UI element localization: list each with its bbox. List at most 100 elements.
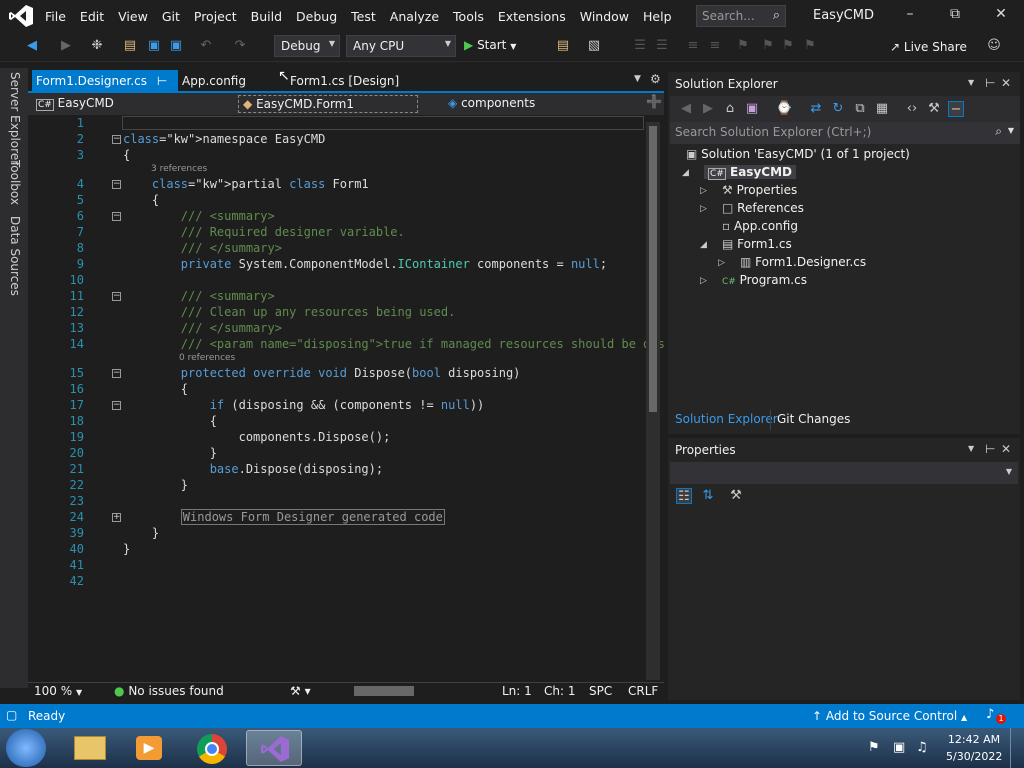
history-icon[interactable]: ⌚	[776, 101, 792, 117]
properties-wrench-icon[interactable]: ⚒	[926, 101, 942, 117]
tree-solution[interactable]: ▣ Solution 'EasyCMD' (1 of 1 project)	[686, 147, 910, 161]
collapsed-triangle-icon[interactable]: ▷	[700, 186, 707, 196]
sync-icon[interactable]: ⇄	[808, 101, 824, 117]
settings-gear-icon[interactable]: ⚙	[650, 72, 661, 86]
tree-item-properties[interactable]: ⚒ Properties	[722, 183, 797, 197]
collapsed-triangle-icon[interactable]: ▷	[700, 204, 707, 214]
output-window-icon[interactable]: ▢	[6, 708, 17, 722]
menu-help[interactable]: Help	[636, 9, 679, 24]
code-line[interactable]: /// <summary>	[123, 289, 275, 303]
search-input[interactable]: Search... ⌕	[696, 5, 786, 27]
tab-solution-explorer[interactable]: Solution Explorer	[675, 412, 778, 426]
code-line[interactable]: if (disposing && (components != null))	[123, 398, 485, 412]
redo-icon[interactable]: ↷	[232, 38, 248, 54]
media-player-taskbar-icon[interactable]: ▶	[122, 730, 178, 766]
network-icon[interactable]: ▣	[893, 740, 905, 755]
pin-icon[interactable]: ⊢	[985, 76, 995, 90]
cleanup-icon[interactable]: ⚒ ▾	[290, 684, 311, 698]
save-icon[interactable]: ▣	[146, 38, 162, 54]
code-line[interactable]: /// Required designer variable.	[123, 225, 405, 239]
horizontal-scroll-thumb[interactable]	[354, 686, 414, 696]
chevron-down-icon[interactable]: ▼	[968, 78, 974, 87]
live-share-button[interactable]: ↗ Live Share	[890, 40, 967, 54]
code-line[interactable]: {	[123, 148, 130, 162]
view-code-icon[interactable]: ‹›	[904, 101, 920, 117]
data-sources-tab[interactable]: Data Sources	[8, 216, 22, 296]
whitespace-mode[interactable]: SPC	[589, 684, 612, 698]
server-explorer-tab[interactable]: Server Explorer	[8, 72, 22, 165]
bookmark-icon[interactable]: ⚑	[735, 38, 751, 54]
solution-explorer-search-input[interactable]: Search Solution Explorer (Ctrl+;) ⌕ ▼	[670, 122, 1020, 144]
code-line[interactable]: /// Clean up any resources being used.	[123, 305, 456, 319]
editor-scroll-thumb[interactable]	[649, 126, 657, 412]
refresh-icon[interactable]: ↻	[830, 101, 846, 117]
uncomment-icon[interactable]: ≡	[707, 38, 723, 54]
save-all-icon[interactable]: ▣	[168, 38, 184, 54]
categorized-icon[interactable]: ☷	[676, 488, 692, 504]
menu-view[interactable]: View	[111, 9, 155, 24]
forward-icon[interactable]: ▶	[58, 38, 74, 54]
collapse-region-icon[interactable]: −	[112, 401, 121, 410]
menu-extensions[interactable]: Extensions	[491, 9, 573, 24]
show-desktop-button[interactable]	[1010, 728, 1024, 768]
tab-form1-design[interactable]: Form1.cs [Design]	[286, 70, 403, 92]
windows-start-orb-icon[interactable]	[6, 729, 46, 767]
expanded-triangle-icon[interactable]: ◢	[682, 168, 689, 178]
code-line[interactable]: /// </summary>	[123, 241, 282, 255]
tab-app-config[interactable]: App.config	[178, 70, 250, 92]
code-line[interactable]: class="kw">namespace EasyCMD	[123, 132, 325, 146]
file-explorer-taskbar-icon[interactable]	[62, 730, 118, 766]
collapsed-triangle-icon[interactable]: ▷	[700, 276, 707, 286]
menu-edit[interactable]: Edit	[73, 9, 111, 24]
menu-project[interactable]: Project	[187, 9, 244, 24]
back-icon[interactable]: ◀	[24, 38, 40, 54]
code-line[interactable]: {	[123, 382, 188, 396]
code-line[interactable]: protected override void Dispose(bool dis…	[123, 366, 521, 380]
visual-studio-taskbar-icon[interactable]	[246, 730, 302, 766]
collapse-region-icon[interactable]: −	[112, 292, 121, 301]
code-line[interactable]: }	[123, 526, 159, 540]
menu-build[interactable]: Build	[244, 9, 289, 24]
tree-item-program[interactable]: C# Program.cs	[722, 273, 807, 287]
issues-indicator[interactable]: ● No issues found	[114, 684, 224, 698]
chrome-taskbar-icon[interactable]	[184, 730, 240, 766]
toolbar-settings-icon[interactable]: ▧	[586, 38, 602, 54]
collapse-region-icon[interactable]: −	[112, 180, 121, 189]
collapse-all-icon[interactable]: ⧉	[852, 101, 868, 117]
back-icon[interactable]: ◀	[678, 101, 694, 117]
bookmark-next-icon[interactable]: ⚑	[780, 38, 796, 54]
menu-git[interactable]: Git	[155, 9, 187, 24]
home-icon[interactable]: ⌂	[722, 101, 738, 117]
close-panel-icon[interactable]: ✕	[1001, 76, 1011, 90]
class-dropdown[interactable]: ◆ EasyCMD.Form1	[238, 95, 418, 113]
preview-selected-icon[interactable]: −	[948, 101, 964, 117]
collapse-region-icon[interactable]: −	[112, 135, 121, 144]
action-center-flag-icon[interactable]: ⚑	[868, 740, 880, 755]
clock-date[interactable]: 5/30/2022	[946, 750, 1002, 763]
code-line[interactable]: base.Dispose(disposing);	[123, 462, 383, 476]
toolbox-tab[interactable]: Toolbox	[8, 160, 22, 205]
code-line[interactable]: class="kw">partial class Form1	[123, 177, 369, 191]
tree-item-references[interactable]: □ References	[722, 201, 804, 215]
editor-horizontal-scrollbar[interactable]	[340, 686, 480, 698]
code-line[interactable]: }	[123, 542, 130, 556]
maximize-icon[interactable]: ⧉	[945, 6, 965, 26]
menu-window[interactable]: Window	[573, 9, 636, 24]
alphabetical-icon[interactable]: ⇅	[700, 488, 716, 504]
code-line[interactable]: /// <param name="disposing">true if mana…	[123, 337, 665, 351]
close-icon[interactable]: ✕	[991, 6, 1011, 26]
code-line[interactable]: components.Dispose();	[123, 430, 391, 444]
codelens-references[interactable]: 3 references	[151, 164, 207, 174]
tree-item-app-config[interactable]: ▫ App.config	[722, 219, 798, 233]
pin-icon[interactable]: ⊢	[157, 74, 167, 88]
expanded-triangle-icon[interactable]: ◢	[700, 240, 707, 250]
volume-icon[interactable]: ♫	[916, 740, 928, 755]
solution-platform-dropdown[interactable]: Any CPU ▼	[346, 35, 456, 57]
pin-icon[interactable]: ⊢	[985, 442, 995, 456]
codelens-references[interactable]: 0 references	[179, 353, 235, 363]
switch-views-icon[interactable]: ▣	[744, 101, 760, 117]
menu-debug[interactable]: Debug	[289, 9, 344, 24]
tree-item-form1-designer[interactable]: ▥ Form1.Designer.cs	[740, 255, 866, 269]
split-window-icon[interactable]: ➕	[646, 95, 662, 110]
align-icon[interactable]: ☰	[654, 38, 670, 54]
